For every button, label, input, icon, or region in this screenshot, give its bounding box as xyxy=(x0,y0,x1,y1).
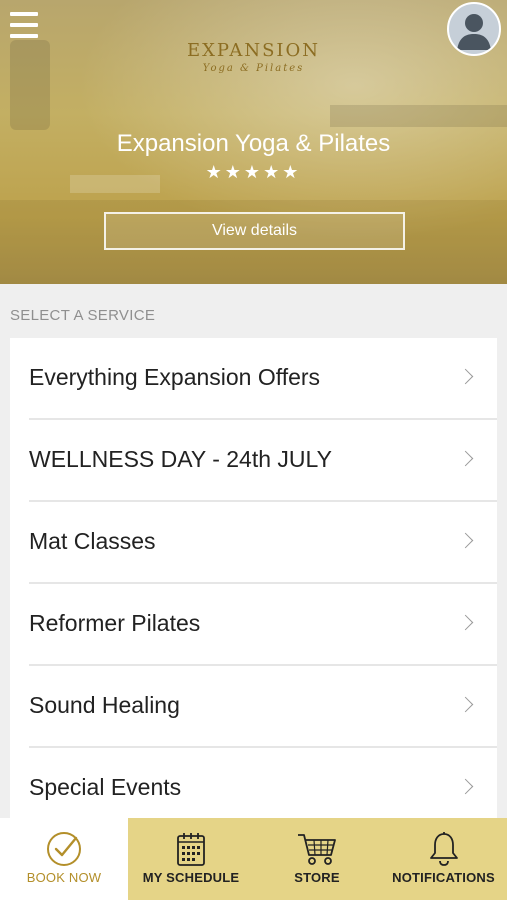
tab-label: STORE xyxy=(294,870,340,885)
tab-label: NOTIFICATIONS xyxy=(392,870,495,885)
background-shape xyxy=(10,40,50,130)
service-label: WELLNESS DAY - 24th JULY xyxy=(29,446,332,472)
chevron-right-icon xyxy=(457,450,474,467)
tab-label: MY SCHEDULE xyxy=(142,870,240,885)
menu-bar xyxy=(10,23,38,27)
user-silhouette-icon xyxy=(457,14,491,50)
service-label: Reformer Pilates xyxy=(29,610,201,636)
chevron-right-icon xyxy=(457,368,474,385)
studio-logo: EXPANSION Yoga & Pilates xyxy=(150,40,357,74)
tab-store[interactable]: STORE xyxy=(254,818,380,900)
menu-icon[interactable] xyxy=(10,12,38,38)
chevron-right-icon xyxy=(457,696,474,713)
service-label: Everything Expansion Offers xyxy=(29,364,321,390)
check-circle-icon xyxy=(45,830,83,868)
bell-icon xyxy=(428,830,460,868)
background-shape xyxy=(330,105,507,127)
bottom-tab-bar: BOOK NOW MY SCHEDULE STORE NOTIFICATIONS xyxy=(0,818,507,900)
avatar[interactable] xyxy=(447,2,501,56)
tab-notifications[interactable]: NOTIFICATIONS xyxy=(380,818,507,900)
chevron-right-icon xyxy=(457,778,474,795)
service-item[interactable]: WELLNESS DAY - 24th JULY xyxy=(10,420,497,502)
service-label: Mat Classes xyxy=(29,528,156,554)
tab-my-schedule[interactable]: MY SCHEDULE xyxy=(128,818,254,900)
chevron-right-icon xyxy=(457,532,474,549)
logo-sub-text: Yoga & Pilates xyxy=(202,63,305,74)
logo-main-text: EXPANSION xyxy=(186,40,321,61)
tab-label: BOOK NOW xyxy=(26,870,102,885)
service-item[interactable]: Sound Healing xyxy=(10,666,497,748)
service-item[interactable]: Special Events xyxy=(10,748,497,818)
tab-book-now[interactable]: BOOK NOW xyxy=(0,818,128,900)
star-rating: ★★★★★ xyxy=(205,162,302,183)
hero-banner: EXPANSION Yoga & Pilates Expansion Yoga … xyxy=(0,0,507,284)
view-details-button[interactable]: View details xyxy=(104,212,405,250)
service-list: Everything Expansion Offers WELLNESS DAY… xyxy=(10,338,497,818)
service-label: Special Events xyxy=(29,774,182,800)
service-item[interactable]: Mat Classes xyxy=(10,502,497,584)
service-label: Sound Healing xyxy=(29,692,180,718)
menu-bar xyxy=(10,12,38,16)
service-item[interactable]: Reformer Pilates xyxy=(10,584,497,666)
chevron-right-icon xyxy=(457,614,474,631)
studio-name: Expansion Yoga & Pilates xyxy=(116,130,391,157)
calendar-icon xyxy=(175,830,207,868)
menu-bar xyxy=(10,34,38,38)
section-title: SELECT A SERVICE xyxy=(10,307,156,324)
service-item[interactable]: Everything Expansion Offers xyxy=(10,338,497,420)
cart-icon xyxy=(296,830,338,868)
